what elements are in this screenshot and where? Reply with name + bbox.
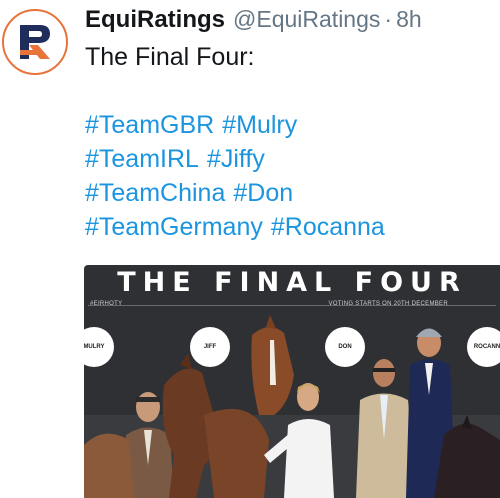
hashtag-list: #TeamGBR #Mulry #TeamIRL #Jiffy #TeamChina… (85, 108, 385, 244)
hashtag-link[interactable]: #TeamIRL (85, 145, 199, 173)
tweet-text: The Final Four: (85, 43, 255, 71)
media-caption-left: #EIRHOTY (90, 301, 123, 307)
tweet-media-image[interactable]: THE FINAL FOUR #EIRHOTY VOTING STARTS ON… (84, 265, 500, 498)
hashtag-line: #TeamIRL #Jiffy (85, 142, 385, 176)
name-badge-rocanna: ROCANN (467, 327, 500, 367)
hashtag-line: #TeamGermany #Rocanna (85, 210, 385, 244)
avatar[interactable] (2, 9, 68, 75)
media-title: THE FINAL FOUR (117, 267, 467, 298)
hashtag-link[interactable]: #TeamChina (85, 179, 225, 207)
equiratings-logo-icon (20, 25, 50, 59)
hashtag-link[interactable]: #Rocanna (271, 213, 385, 241)
hashtag-link[interactable]: #TeamGermany (85, 213, 263, 241)
timestamp[interactable]: 8h (396, 6, 422, 33)
hashtag-link[interactable]: #Jiffy (207, 145, 265, 173)
media-caption-right: VOTING STARTS ON 20TH DECEMBER (328, 301, 448, 307)
tweet-header: EquiRatings @EquiRatings · 8h (85, 6, 422, 36)
display-name[interactable]: EquiRatings (85, 6, 225, 34)
hashtag-link[interactable]: #TeamGBR (85, 111, 214, 139)
hashtag-line: #TeamGBR #Mulry (85, 108, 385, 142)
name-badge-jiff: JIFF (190, 327, 230, 367)
hashtag-line: #TeamChina #Don (85, 176, 385, 210)
name-badge-don: DON (325, 327, 365, 367)
hashtag-link[interactable]: #Mulry (222, 111, 297, 139)
separator-dot: · (384, 6, 393, 32)
hashtag-link[interactable]: #Don (233, 179, 293, 207)
handle[interactable]: @EquiRatings (233, 6, 380, 33)
